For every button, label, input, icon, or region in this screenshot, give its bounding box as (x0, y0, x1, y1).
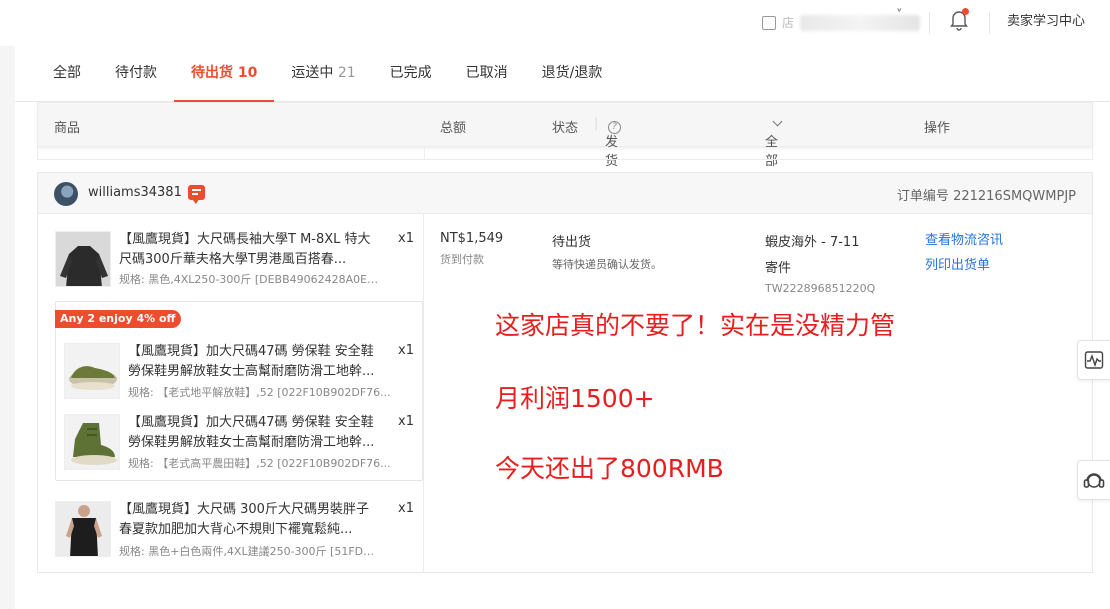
order-actions: 查看物流咨讯 列印出货单 (925, 229, 1003, 279)
order-card: williams34381 订单编号 221216SMQWMPJP 【風鷹現貨】… (37, 172, 1093, 573)
product-list: 【風鷹現貨】大尺碼長袖大學T M-8XL 特大尺碼300斤華夫格大學T男港風百搭… (38, 214, 424, 572)
product-spec: 规格: 黑色+白色兩件,4XL建議250-300斤 [51FDB... (119, 545, 381, 558)
notification-bell[interactable] (949, 8, 969, 31)
order-status-tabs: 全部 待付款 待出货 10 运送中 21 已完成 已取消 退货/退款 (15, 46, 1110, 103)
customer-service-button[interactable] (1077, 460, 1110, 500)
product-spec: 规格: 黑色,4XL250-300斤 [DEBB49062428A0EE... (119, 273, 381, 286)
divider (929, 12, 930, 34)
divider (989, 12, 990, 34)
product-thumbnail (55, 231, 111, 287)
product-name: 【風鷹現貨】大尺碼長袖大學T M-8XL 特大尺碼300斤華夫格大學T男港風百搭… (119, 232, 371, 267)
seller-learning-center-link[interactable]: 卖家学习中心 (1007, 10, 1085, 29)
chevron-down-icon[interactable]: ˅ (896, 8, 903, 23)
shipping-channel: 蝦皮海外 - 7-11 (765, 235, 860, 250)
promo-badge: Any 2 enjoy 4% off (55, 310, 182, 328)
product-thumbnail (64, 414, 120, 470)
product-thumbnail (64, 343, 120, 399)
tab-all[interactable]: 全部 (15, 46, 98, 102)
shipping-mode: 寄件 (765, 261, 792, 276)
header-total: 总额 (440, 121, 467, 136)
product-thumbnail (55, 501, 111, 557)
header-action: 操作 (924, 121, 951, 136)
chat-icon[interactable] (188, 185, 205, 204)
header-status: 状态 (552, 121, 579, 136)
avatar[interactable] (54, 182, 78, 206)
order-number: 订单编号 221216SMQWMPJP (896, 189, 1076, 204)
header-ship-deadline: 发货时限? (605, 117, 621, 207)
overlay-note-3: 今天还出了800RMB (495, 454, 724, 483)
status-text: 待出货 (552, 235, 592, 250)
headset-icon (1083, 473, 1105, 488)
overlay-note-2: 月利润1500+ (495, 384, 655, 413)
activity-monitor-button[interactable] (1077, 340, 1110, 380)
divider: | (594, 116, 599, 131)
header-product: 商品 (54, 121, 81, 136)
product-name: 【風鷹現貨】加大尺碼47碼 勞保鞋 安全鞋 勞保鞋男解放鞋女士高幫耐磨防滑工地幹… (128, 415, 375, 450)
store-icon (762, 15, 776, 30)
product-qty: x1 (398, 231, 414, 246)
product-spec: 规格: 【老式地平解放鞋】,52 [022F10B902DF76... (128, 386, 391, 399)
payment-method: 货到付款 (440, 253, 484, 266)
buyer-username[interactable]: williams34381 (88, 185, 182, 200)
product-name: 【風鷹現貨】加大尺碼47碼 勞保鞋 安全鞋 勞保鞋男解放鞋女士高幫耐磨防滑工地幹… (128, 344, 375, 379)
tab-to-ship[interactable]: 待出货 10 (174, 46, 275, 103)
total-amount: NT$1,549 (440, 231, 504, 246)
tracking-number: TW222896851220Q (765, 282, 876, 295)
product-qty: x1 (398, 414, 414, 429)
order-header: williams34381 订单编号 221216SMQWMPJP (38, 173, 1092, 214)
notification-dot (962, 8, 969, 15)
tab-returns[interactable]: 退货/退款 (525, 46, 620, 102)
product-name: 【風鷹現貨】大尺碼 300斤大尺碼男裝胖子春夏款加肥加大背心不規則下襬寬鬆純..… (119, 502, 369, 537)
overlay-note-1: 这家店真的不要了！实在是没精力管 (495, 311, 896, 340)
product-qty: x1 (398, 501, 414, 516)
shop-label: 店 (782, 16, 795, 30)
pulse-icon (1084, 351, 1104, 369)
product-spec: 规格: 【老式高平農田鞋】,52 [022F10B902DF76... (128, 457, 391, 470)
chevron-down-icon (772, 116, 783, 127)
view-logistics-link[interactable]: 查看物流咨讯 (925, 229, 1003, 248)
product-qty: x1 (398, 343, 414, 358)
top-bar: 店 ˅ 卖家学习中心 (0, 0, 1110, 46)
status-subtext: 等待快递员确认发货。 (552, 258, 662, 271)
order-status: 待出货 等待快递员确认发货。 (552, 231, 662, 272)
shipping-info: 蝦皮海外 - 7-11 寄件 TW222896851220Q (765, 231, 875, 295)
tab-completed[interactable]: 已完成 (373, 46, 449, 102)
previous-order-edge (37, 147, 1093, 160)
logistics-filter-dropdown[interactable]: 全部物流渠道 (765, 116, 783, 245)
print-shipping-label-link[interactable]: 列印出货单 (925, 254, 1003, 273)
order-table-header: 商品 总额 状态 | 发货时限? 全部物流渠道 操作 (37, 102, 1093, 245)
order-total: NT$1,549 货到付款 (440, 231, 503, 267)
tab-cancelled[interactable]: 已取消 (449, 46, 525, 102)
tab-shipping[interactable]: 运送中 21 (274, 46, 372, 102)
tab-unpaid[interactable]: 待付款 (98, 46, 174, 102)
